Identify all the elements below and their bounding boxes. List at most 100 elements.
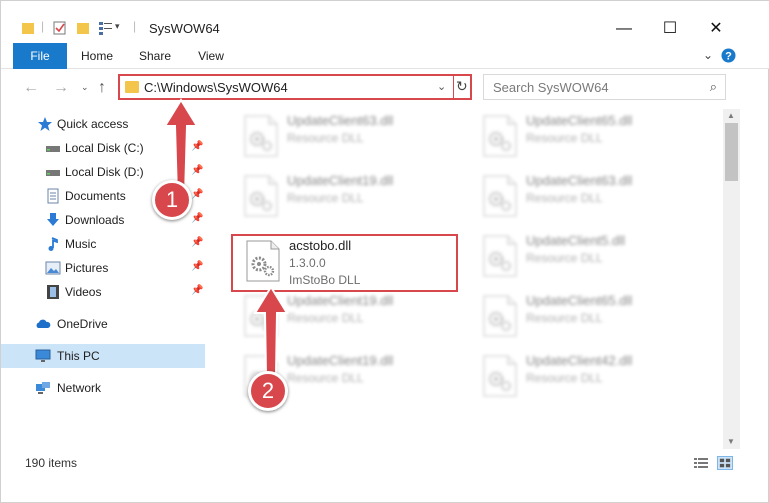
back-arrow-icon[interactable]: ← <box>23 79 39 97</box>
svg-text:?: ? <box>725 51 732 63</box>
music-icon <box>48 237 58 251</box>
address-divider <box>453 76 454 98</box>
sidebar-item-label: Documents <box>65 189 126 203</box>
tab-view[interactable]: View <box>187 43 235 69</box>
status-bar: 190 items <box>1 451 769 475</box>
file-description: Resource DLL <box>526 311 603 325</box>
qat-dropdown-icon[interactable]: ▾ <box>115 21 120 32</box>
refresh-icon[interactable]: ↻ <box>456 78 468 95</box>
sidebar-item-label: Network <box>57 381 102 395</box>
step-1-badge: 1 <box>152 180 192 220</box>
sidebar-item-onedrive[interactable]: OneDrive <box>1 312 205 336</box>
pictures-icon <box>45 261 61 275</box>
file-description: Resource DLL <box>526 251 603 265</box>
title-bar: | ▾ | SysWOW64 — ☐ ✕ <box>1 1 769 43</box>
sidebar-item-pictures[interactable]: Pictures 📌 <box>1 256 205 280</box>
tab-home[interactable]: Home <box>73 43 121 69</box>
large-icons-view-icon[interactable] <box>717 456 733 470</box>
up-arrow-icon[interactable]: ↑ <box>98 79 106 97</box>
pin-icon[interactable]: 📌 <box>191 237 203 248</box>
file-description: Resource DLL <box>526 371 603 385</box>
window-title: SysWOW64 <box>149 21 220 36</box>
file-item[interactable]: UpdateClient19.dll Resource DLL <box>231 171 461 225</box>
address-path[interactable]: C:\Windows\SysWOW64 <box>144 80 288 95</box>
file-name: UpdateClient19.dll <box>287 353 394 368</box>
tab-file[interactable]: File <box>13 43 67 69</box>
sidebar-item-network[interactable]: Network <box>1 376 205 400</box>
file-name: UpdateClient65.dll <box>526 293 633 308</box>
search-placeholder[interactable]: Search SysWOW64 <box>493 80 609 95</box>
dll-file-icon <box>244 115 278 157</box>
qat-separator: | <box>41 19 45 33</box>
file-name: UpdateClient5.dll <box>526 233 626 248</box>
file-name: UpdateClient63.dll <box>526 173 633 188</box>
sidebar-item-label: Local Disk (C:) <box>65 141 144 155</box>
file-item[interactable]: UpdateClient65.dll Resource DLL <box>470 291 700 345</box>
pin-icon[interactable]: 📌 <box>191 213 203 224</box>
pin-icon[interactable]: 📌 <box>191 285 203 296</box>
search-icon[interactable]: ⌕ <box>710 79 717 95</box>
pin-icon[interactable]: 📌 <box>191 261 203 272</box>
drive-icon <box>46 170 60 176</box>
file-description: Resource DLL <box>287 131 364 145</box>
sidebar-item-label: Pictures <box>65 261 109 275</box>
file-name: UpdateClient42.dll <box>526 353 633 368</box>
explorer-window: | ▾ | SysWOW64 — ☐ ✕ File Home Share Vie… <box>0 0 769 503</box>
title-separator: | <box>133 19 137 33</box>
new-folder-icon[interactable] <box>77 21 91 35</box>
properties-icon[interactable] <box>53 21 67 35</box>
chevron-down-icon[interactable]: ⌄ <box>703 48 713 62</box>
file-item[interactable]: UpdateClient63.dll Resource DLL <box>470 171 700 225</box>
file-name: UpdateClient63.dll <box>287 113 394 128</box>
item-count: 190 items <box>25 456 78 470</box>
minimize-button[interactable]: — <box>601 15 647 43</box>
sidebar-item-videos[interactable]: Videos 📌 <box>1 280 205 304</box>
step-2-badge: 2 <box>248 371 288 411</box>
details-view-icon[interactable] <box>693 456 709 470</box>
file-item[interactable]: UpdateClient5.dll Resource DLL <box>470 231 700 285</box>
search-box[interactable]: Search SysWOW64 ⌕ <box>483 74 726 100</box>
downloads-icon <box>47 213 59 226</box>
network-icon <box>36 382 50 394</box>
file-name: acstobo.dll <box>289 238 352 253</box>
vertical-scrollbar[interactable]: ▲ ▼ <box>723 109 740 449</box>
file-item[interactable]: UpdateClient63.dll Resource DLL <box>231 111 461 165</box>
file-name: UpdateClient19.dll <box>287 173 394 188</box>
folder-icon <box>22 23 34 34</box>
documents-icon <box>47 188 59 204</box>
dll-file-icon <box>483 115 517 157</box>
file-description: Resource DLL <box>287 191 364 205</box>
tab-share[interactable]: Share <box>131 43 179 69</box>
sidebar-item-label: Music <box>65 237 97 251</box>
scroll-up-icon[interactable]: ▲ <box>727 111 735 120</box>
file-version: 1.3.0.0 <box>289 256 326 270</box>
annotation-arrow-2 <box>253 285 289 376</box>
sidebar-item-label: Downloads <box>65 213 125 227</box>
customize-toolbar-icon[interactable] <box>99 21 113 35</box>
computer-icon <box>35 349 51 362</box>
scroll-down-icon[interactable]: ▼ <box>727 437 735 446</box>
file-item[interactable]: UpdateClient42.dll Resource DLL <box>470 351 700 405</box>
dll-file-icon <box>244 175 278 217</box>
ribbon-tabs: File Home Share View ⌄ ? <box>1 43 769 69</box>
help-icon[interactable]: ? <box>721 48 736 63</box>
forward-arrow-icon[interactable]: → <box>53 79 69 97</box>
file-list: UpdateClient63.dll Resource DLL UpdateClie… <box>213 109 723 449</box>
videos-icon <box>47 285 59 299</box>
dll-file-icon <box>483 355 517 397</box>
dll-file-icon <box>483 235 517 277</box>
maximize-button[interactable]: ☐ <box>647 15 693 43</box>
cloud-icon <box>36 319 51 328</box>
close-button[interactable]: ✕ <box>693 15 739 43</box>
sidebar-item-label: OneDrive <box>57 317 108 331</box>
file-description: Resource DLL <box>526 191 603 205</box>
sidebar-item-music[interactable]: Music 📌 <box>1 232 205 256</box>
address-dropdown-icon[interactable]: ⌄ <box>437 80 446 93</box>
dll-file-icon <box>483 295 517 337</box>
folder-icon <box>125 81 139 93</box>
sidebar-item-this-pc[interactable]: This PC <box>1 344 205 368</box>
scrollbar-thumb[interactable] <box>725 123 738 181</box>
file-item[interactable]: UpdateClient65.dll Resource DLL <box>470 111 700 165</box>
sidebar-item-label: Local Disk (D:) <box>65 165 144 179</box>
recent-locations-icon[interactable]: ⌄ <box>81 82 89 93</box>
